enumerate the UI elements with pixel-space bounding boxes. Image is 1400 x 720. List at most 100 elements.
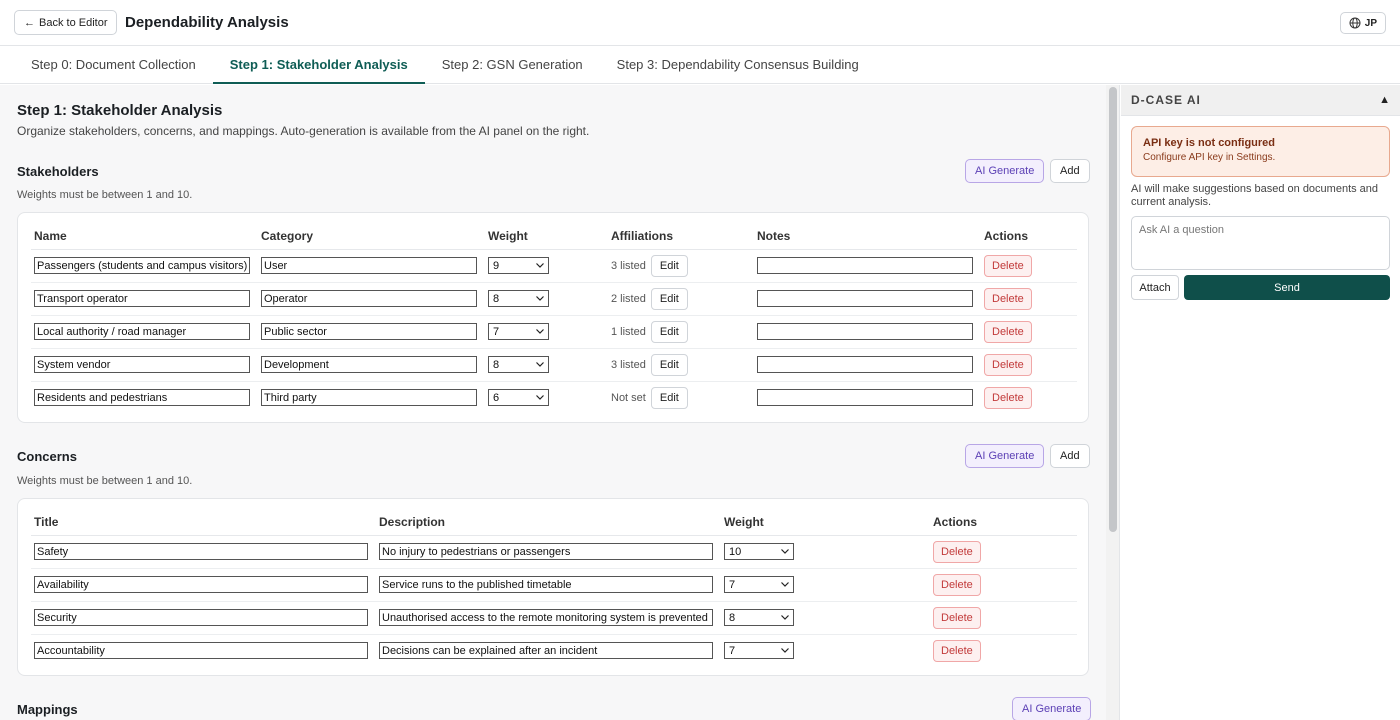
concerns-table-card: Title Description Weight Actions 10 Delet… [17,498,1089,676]
scrollbar-thumb[interactable] [1109,87,1117,532]
stakeholder-notes-input[interactable] [757,356,973,373]
stakeholder-category-input[interactable] [261,389,477,407]
delete-concern-button[interactable]: Delete [933,606,981,629]
stakeholder-weight-select[interactable]: 6 [488,389,549,407]
ask-ai-input[interactable] [1131,216,1390,270]
delete-concern-button[interactable]: Delete [933,573,981,596]
top-bar: ← Back to Editor Dependability Analysis … [0,0,1400,46]
concern-title-input[interactable] [34,576,368,593]
notes-cell [754,249,981,283]
edit-affiliations-button[interactable]: Edit [650,320,688,343]
weight-value: 7 [729,644,736,657]
stakeholder-notes-input[interactable] [757,290,973,307]
tab-step-1[interactable]: Step 1: Stakeholder Analysis [212,46,425,84]
ai-info-text: AI will make suggestions based on docume… [1131,183,1379,208]
concern-weight-select[interactable]: 8 [724,609,794,626]
edit-affiliations-button[interactable]: Edit [650,353,688,376]
affiliations-cell: 1 listed Edit [608,315,754,349]
concern-title-input[interactable] [34,609,368,626]
weight-value: 9 [493,259,500,272]
stakeholder-name-input[interactable] [34,323,250,340]
weight-cell: 8 [721,601,930,635]
concern-weight-select[interactable]: 7 [724,642,794,660]
concern-description-input[interactable] [379,543,713,560]
concerns-add-button[interactable]: Add [1050,444,1090,468]
stakeholder-category-input[interactable] [261,323,477,340]
tab-step-3[interactable]: Step 3: Dependability Consensus Building [600,46,876,84]
mappings-ai-generate-button[interactable]: AI Generate [1012,697,1092,720]
delete-concern-button[interactable]: Delete [933,540,981,563]
tab-step-2[interactable]: Step 2: GSN Generation [425,46,600,84]
stakeholder-weight-select[interactable]: 7 [488,323,549,340]
delete-stakeholder-button[interactable]: Delete [984,254,1032,277]
delete-stakeholder-button[interactable]: Delete [984,353,1032,376]
title-cell [31,568,376,602]
delete-stakeholder-button[interactable]: Delete [984,386,1032,409]
name-cell [31,282,258,316]
actions-cell: Delete [981,348,1077,382]
stakeholder-name-input[interactable] [34,290,250,307]
back-to-editor-button[interactable]: ← Back to Editor [14,10,118,35]
attach-button[interactable]: Attach [1131,275,1179,300]
stakeholder-name-input[interactable] [34,389,250,407]
delete-concern-button[interactable]: Delete [933,639,981,662]
name-cell [31,249,258,283]
edit-affiliations-button[interactable]: Edit [650,386,688,409]
stakeholders-table-card: Name Category Weight Affiliations Notes … [17,212,1089,423]
concerns-table: Title Description Weight Actions 10 Delet… [31,509,1077,667]
stakeholder-category-input[interactable] [261,290,477,307]
weight-cell: 10 [721,535,930,569]
main-scrollbar[interactable] [1106,85,1120,720]
concern-title-input[interactable] [34,642,368,660]
stakeholders-add-button[interactable]: Add [1050,159,1090,183]
concern-description-input[interactable] [379,609,713,626]
concern-weight-select[interactable]: 10 [724,543,794,560]
name-cell [31,348,258,382]
stakeholder-name-input[interactable] [34,257,250,274]
stakeholder-notes-input[interactable] [757,323,973,340]
delete-stakeholder-button[interactable]: Delete [984,320,1032,343]
edit-affiliations-button[interactable]: Edit [650,287,688,310]
concerns-ai-generate-button[interactable]: AI Generate [965,444,1045,468]
title-cell [31,601,376,635]
column-header: Title [31,509,376,536]
ai-panel: D-CASE AI ▲ API key is not configured Co… [1121,85,1400,720]
stakeholder-name-input[interactable] [34,356,250,373]
stakeholder-category-input[interactable] [261,257,477,274]
affiliations-cell: Not set Edit [608,381,754,414]
stakeholder-category-input[interactable] [261,356,477,373]
send-button[interactable]: Send [1184,275,1390,300]
concerns-note: Weights must be between 1 and 10. [17,475,193,487]
stakeholder-weight-select[interactable]: 9 [488,257,549,274]
ai-panel-header[interactable]: D-CASE AI ▲ [1121,85,1400,116]
ai-panel-title: D-CASE AI [1131,93,1201,107]
stakeholder-notes-input[interactable] [757,389,973,407]
stakeholders-ai-generate-button[interactable]: AI Generate [965,159,1045,183]
stakeholder-notes-input[interactable] [757,257,973,274]
main-content: Step 1: Stakeholder Analysis Organize st… [0,85,1106,720]
stakeholder-weight-select[interactable]: 8 [488,356,549,373]
chevron-down-icon [781,648,789,654]
delete-stakeholder-button[interactable]: Delete [984,287,1032,310]
affiliations-count: 1 listed [611,325,646,338]
name-cell [31,381,258,414]
language-button[interactable]: JP [1339,12,1386,34]
tab-step-0[interactable]: Step 0: Document Collection [14,46,213,84]
actions-cell: Delete [930,634,1077,667]
concern-weight-select[interactable]: 7 [724,576,794,593]
concern-description-input[interactable] [379,642,713,660]
notes-cell [754,348,981,382]
actions-cell: Delete [981,249,1077,283]
weight-value: 7 [729,578,736,591]
collapse-icon[interactable]: ▲ [1379,94,1390,106]
concern-title-input[interactable] [34,543,368,560]
edit-affiliations-button[interactable]: Edit [650,254,688,277]
name-cell [31,315,258,349]
stakeholders-table-body: 9 3 listed Edit Delete 8 2 listed Edit Delete 7 1… [31,249,1077,414]
stakeholder-weight-select[interactable]: 8 [488,290,549,307]
step-heading: Step 1: Stakeholder Analysis [17,102,223,119]
column-header: Notes [754,223,981,250]
weight-cell: 7 [485,315,608,349]
table-row: 6 Not set Edit Delete [31,381,1077,414]
concern-description-input[interactable] [379,576,713,593]
